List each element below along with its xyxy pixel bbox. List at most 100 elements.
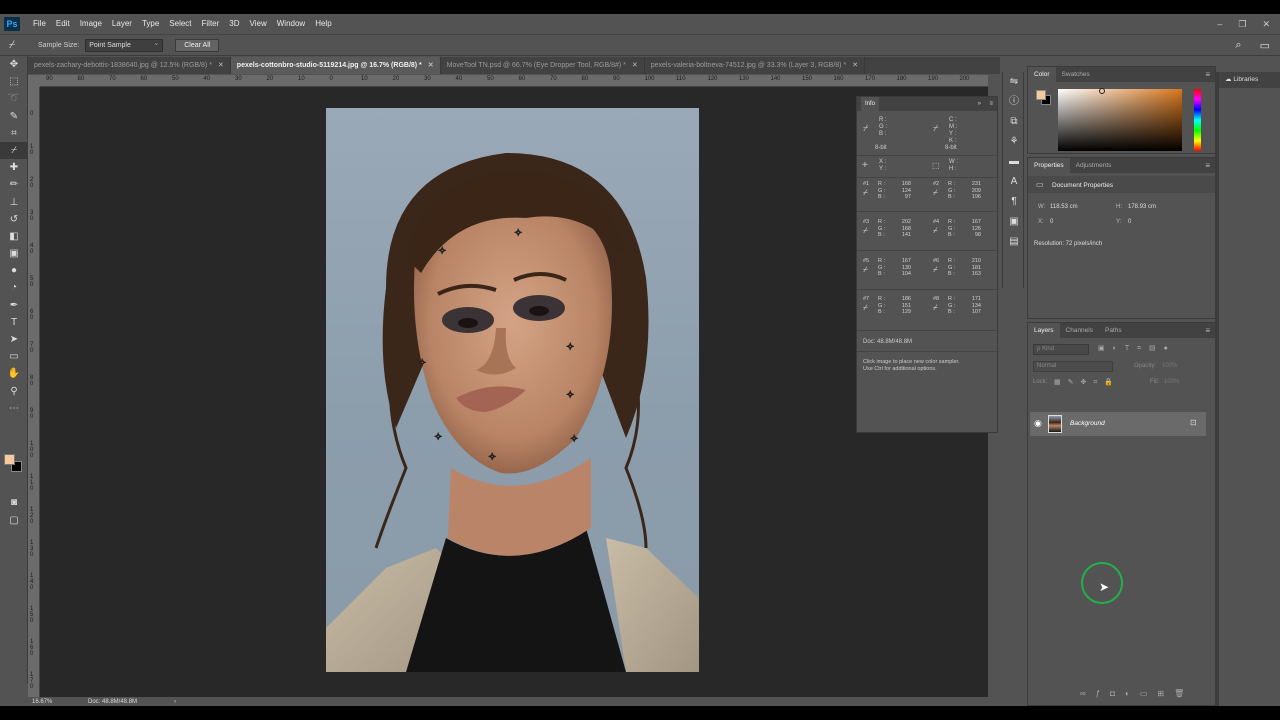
- zoom-level[interactable]: 16.67%: [32, 699, 88, 705]
- close-icon[interactable]: ✕: [218, 62, 224, 69]
- panel-menu-icon[interactable]: ≡: [1205, 67, 1210, 82]
- clear-all-button[interactable]: Clear All: [175, 38, 220, 52]
- menu-file[interactable]: File: [28, 14, 51, 34]
- tool-presets-icon[interactable]: ▬: [1003, 152, 1025, 172]
- menu-3d[interactable]: 3D: [224, 14, 244, 34]
- eraser-tool-icon[interactable]: ◧: [0, 228, 28, 245]
- tab-swatches[interactable]: Swatches: [1056, 67, 1096, 82]
- libraries-tab[interactable]: ☁ Libraries: [1219, 72, 1280, 88]
- doc-tab[interactable]: MoveTool TN.psd @ 66.7% (Eye Dropper Too…: [440, 57, 645, 74]
- status-menu-icon[interactable]: ›: [174, 699, 176, 705]
- layer-filter-select[interactable]: ρ Kind: [1033, 344, 1089, 355]
- history-brush-tool-icon[interactable]: ↺: [0, 211, 28, 228]
- quick-mask-icon[interactable]: ◙: [0, 494, 28, 511]
- tab-properties[interactable]: Properties: [1028, 158, 1070, 173]
- close-icon[interactable]: ✕: [632, 62, 638, 69]
- minimize-icon[interactable]: ‒: [1217, 14, 1222, 34]
- layer-name[interactable]: Background: [1070, 420, 1105, 427]
- crop-tool-icon[interactable]: ⌗: [0, 125, 28, 142]
- menu-help[interactable]: Help: [310, 14, 336, 34]
- layer-footer-icons[interactable]: ∞ƒ◘◐▭⊞🗑: [1080, 689, 1194, 698]
- menu-layer[interactable]: Layer: [107, 14, 137, 34]
- x-value[interactable]: 0: [1050, 219, 1053, 225]
- gradient-tool-icon[interactable]: ▣: [0, 245, 28, 262]
- doc-tab[interactable]: pexels-valeria-boltneva-74512.jpg @ 33.3…: [644, 57, 866, 74]
- brush-tool-icon[interactable]: ✏: [0, 176, 28, 193]
- history-icon[interactable]: ⇋: [1003, 72, 1025, 92]
- panel-menu-icon[interactable]: ≡: [989, 101, 993, 107]
- close-icon[interactable]: ✕: [1262, 14, 1270, 34]
- eyedropper-icon[interactable]: ⌿: [0, 39, 24, 52]
- doc-tab[interactable]: pexels-zachary-debottis-1838640.jpg @ 12…: [28, 57, 231, 74]
- stamp-tool-icon[interactable]: ⊥: [0, 194, 28, 211]
- blend-mode-select[interactable]: Normal: [1033, 361, 1113, 372]
- path-select-tool-icon[interactable]: ➤: [0, 331, 28, 348]
- opacity-value[interactable]: 100%: [1162, 363, 1177, 369]
- eyedropper-tool-icon[interactable]: ⌿: [0, 141, 28, 160]
- color-swatches[interactable]: [4, 454, 24, 474]
- color-picker-cursor[interactable]: [1099, 88, 1105, 94]
- pen-tool-icon[interactable]: ✒: [0, 297, 28, 314]
- shape-tool-icon[interactable]: ▭: [0, 348, 28, 365]
- tab-color[interactable]: Color: [1028, 67, 1056, 82]
- close-icon[interactable]: ✕: [428, 62, 434, 69]
- ruler-origin[interactable]: [28, 75, 40, 87]
- document-image[interactable]: ✧ ✧ ✧ ✧ ✧ ✧ ✧ ✧: [326, 108, 699, 672]
- height-value[interactable]: 178.93 cm: [1128, 204, 1156, 210]
- menu-window[interactable]: Window: [272, 14, 310, 34]
- menu-view[interactable]: View: [245, 14, 272, 34]
- type-tool-icon[interactable]: T: [0, 314, 28, 331]
- info-panel-title[interactable]: Info: [861, 97, 880, 111]
- 3d-icon[interactable]: ▣: [1003, 212, 1025, 232]
- screen-mode-icon[interactable]: ▢: [0, 512, 28, 529]
- visibility-eye-icon[interactable]: ◉: [1034, 418, 1042, 429]
- menu-filter[interactable]: Filter: [197, 14, 225, 34]
- zoom-tool-icon[interactable]: ⚲: [0, 383, 28, 400]
- notes-icon[interactable]: ▤: [1003, 232, 1025, 252]
- ruler-tick-label: 150: [802, 76, 813, 82]
- menu-type[interactable]: Type: [137, 14, 164, 34]
- move-tool-icon[interactable]: ✥: [0, 56, 28, 73]
- info-icon[interactable]: ⓘ: [1003, 92, 1025, 112]
- menu-image[interactable]: Image: [75, 14, 107, 34]
- menu-select[interactable]: Select: [164, 14, 196, 34]
- paragraph-icon[interactable]: ¶: [1003, 192, 1025, 212]
- healing-brush-tool-icon[interactable]: ✚: [0, 159, 28, 176]
- dodge-tool-icon[interactable]: ◔: [0, 279, 28, 296]
- search-icon[interactable]: ⌕: [1235, 39, 1241, 52]
- menu-edit[interactable]: Edit: [51, 14, 75, 34]
- lock-icons[interactable]: ▦✎✥⌗🔒: [1054, 378, 1120, 387]
- tab-paths[interactable]: Paths: [1099, 323, 1128, 338]
- layer-filter-icons[interactable]: ▣◐T⌗▤●: [1098, 344, 1176, 353]
- tab-layers[interactable]: Layers: [1028, 323, 1060, 338]
- foreground-color[interactable]: [1036, 90, 1046, 100]
- color-field[interactable]: [1058, 89, 1182, 151]
- tab-channels[interactable]: Channels: [1060, 323, 1099, 338]
- ruler-horizontal[interactable]: 90 80 70 60 50 40 30 20 10 0 10 20 30 40 50 60 70 80 90 100…: [40, 75, 988, 87]
- panel-menu-icon[interactable]: ≡: [1205, 158, 1210, 173]
- quick-select-tool-icon[interactable]: ✎: [0, 108, 28, 125]
- foreground-color[interactable]: [4, 454, 15, 465]
- fill-value[interactable]: 100%: [1164, 379, 1179, 385]
- collapse-icon[interactable]: »: [978, 101, 981, 107]
- width-value[interactable]: 118.53 cm: [1050, 204, 1078, 210]
- y-value[interactable]: 0: [1128, 219, 1131, 225]
- restore-icon[interactable]: ❐: [1238, 14, 1246, 34]
- more-tools-icon[interactable]: ⋯: [0, 400, 28, 417]
- character-icon[interactable]: A: [1003, 172, 1025, 192]
- workspace-icon[interactable]: ▭: [1260, 39, 1270, 52]
- doc-tab-active[interactable]: pexels-cottonbro-studio-5119214.jpg @ 16…: [230, 57, 441, 74]
- hue-slider[interactable]: [1194, 89, 1201, 151]
- tab-adjustments[interactable]: Adjustments: [1070, 158, 1118, 173]
- hand-tool-icon[interactable]: ✋: [0, 365, 28, 382]
- sample-size-select[interactable]: Point Sample: [85, 38, 164, 52]
- close-icon[interactable]: ✕: [852, 62, 858, 69]
- brush-presets-icon[interactable]: ⚘: [1003, 132, 1025, 152]
- lasso-tool-icon[interactable]: ➰: [0, 90, 28, 107]
- navigator-icon[interactable]: ⧉: [1003, 112, 1025, 132]
- marquee-tool-icon[interactable]: ⬚: [0, 73, 28, 90]
- layer-row[interactable]: ◉ Background ⊡: [1030, 412, 1206, 436]
- blur-tool-icon[interactable]: ●: [0, 262, 28, 279]
- ruler-vertical[interactable]: 0 10 20 30 40 50 60 70 80 90 100 110 120 130 140 150 160…: [28, 87, 40, 697]
- panel-menu-icon[interactable]: ≡: [1205, 323, 1210, 338]
